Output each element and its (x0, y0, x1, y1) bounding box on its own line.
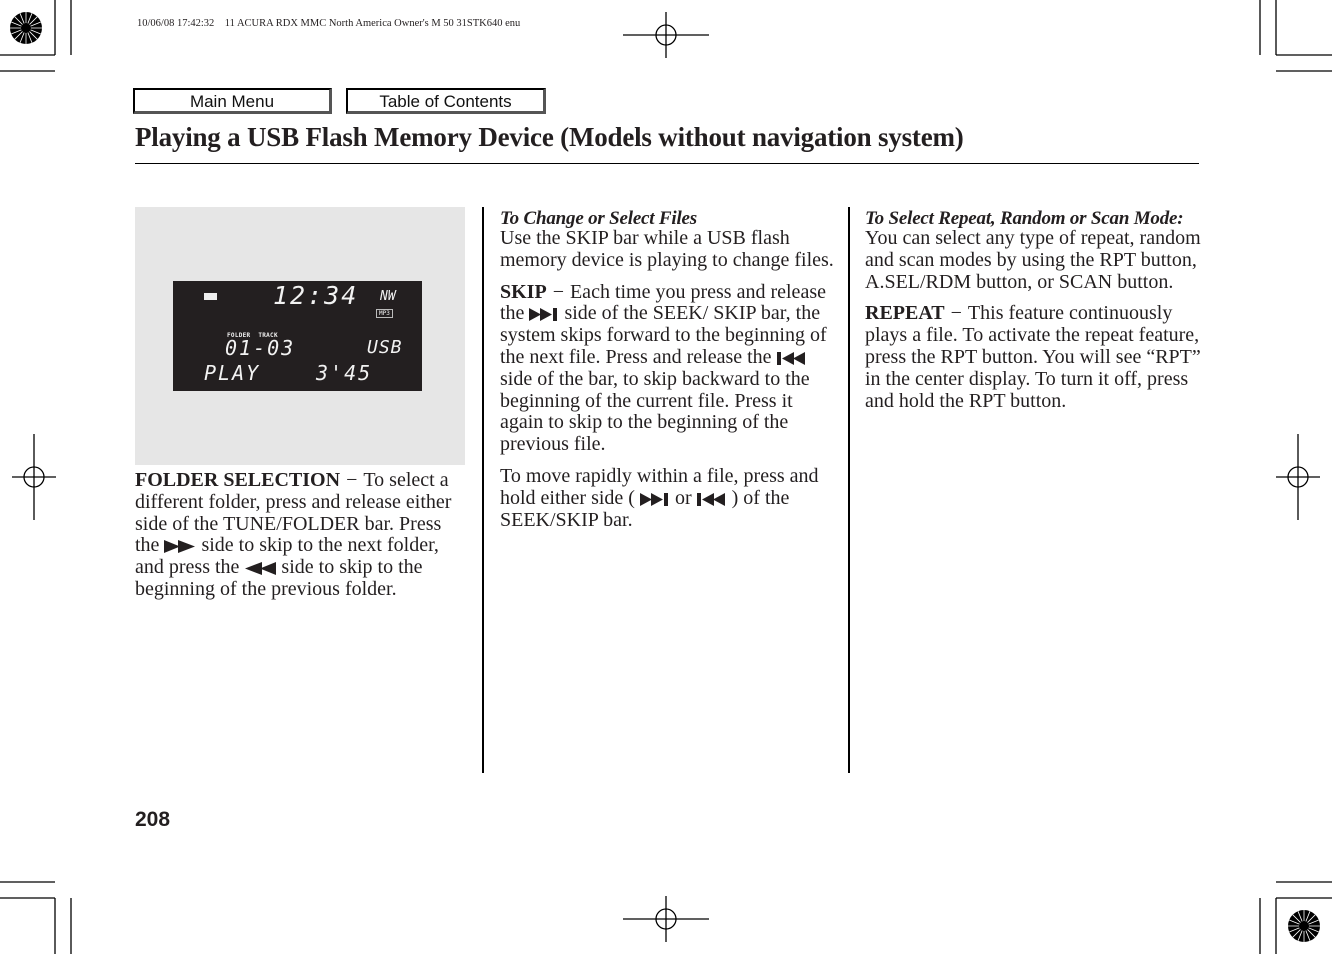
page-title: Playing a USB Flash Memory Device (Model… (135, 122, 964, 152)
folder-selection-paragraph: FOLDER SELECTION − To select a different f… (135, 469, 470, 601)
crosshair-registration-icon (623, 896, 709, 942)
skip-term: SKIP (500, 280, 547, 303)
display-elapsed: 3'45 (316, 361, 373, 385)
column-divider (482, 207, 484, 773)
repeat-random-scan-section: To Select Repeat, Random or Scan Mode: Y… (865, 209, 1205, 422)
repeat-paragraph: REPEAT − This feature continuously plays a… (865, 302, 1205, 412)
display-mode: PLAY (204, 361, 261, 385)
crosshair-registration-icon (12, 434, 56, 520)
move-rapidly-paragraph: To move rapidly within a file, press and… (500, 465, 835, 531)
text: or (674, 486, 692, 509)
display-format-badge: MP3 (376, 309, 393, 318)
folder-selection-term: FOLDER SELECTION (135, 469, 341, 491)
page-number: 208 (135, 808, 171, 831)
text: side of the bar, to skip backward to the… (500, 367, 810, 456)
display-folder-track: 01-03 (225, 336, 296, 360)
main-menu-button[interactable]: Main Menu (133, 88, 332, 114)
usb-icon (204, 293, 217, 300)
starburst-registration-icon (10, 12, 42, 44)
print-stamp: 10/06/08 17:42:32 11 ACURA RDX MMC North… (137, 18, 521, 29)
change-files-intro: Use the SKIP bar while a USB flash memor… (500, 227, 834, 271)
repeat-term: REPEAT (865, 302, 945, 325)
table-of-contents-button[interactable]: Table of Contents (346, 88, 546, 114)
change-files-heading: To Change or Select Files (500, 208, 697, 229)
display-source: USB (367, 337, 403, 358)
change-files-section: To Change or Select Files Use the SKIP b… (500, 209, 835, 541)
skip-previous-icon (696, 492, 725, 506)
starburst-registration-icon (1288, 910, 1320, 942)
crosshair-registration-icon (623, 12, 709, 58)
display-clock: 12:34 (273, 281, 359, 310)
column-divider (848, 207, 850, 773)
fast-forward-icon (164, 540, 196, 554)
display-nw-indicator: NW (380, 289, 396, 304)
dash: − (950, 302, 962, 325)
title-rule (135, 163, 1199, 164)
dash: − (346, 469, 358, 491)
repeat-random-scan-heading: To Select Repeat, Random or Scan Mode: (865, 208, 1184, 229)
rewind-icon (245, 562, 277, 576)
skip-next-icon (639, 492, 668, 506)
repeat-random-scan-intro: You can select any type of repeat, rando… (865, 227, 1201, 293)
folder-selection-section: FOLDER SELECTION − To select a different f… (135, 469, 470, 611)
skip-previous-icon (776, 351, 805, 365)
crosshair-registration-icon (1276, 434, 1320, 520)
skip-next-icon (529, 308, 558, 322)
skip-paragraph: SKIP − Each time you press and release the… (500, 280, 835, 456)
audio-display: 12:34 NW MP3 FOLDER TRACK 01-03 USB PLAY… (173, 281, 422, 391)
dash: − (552, 280, 564, 303)
